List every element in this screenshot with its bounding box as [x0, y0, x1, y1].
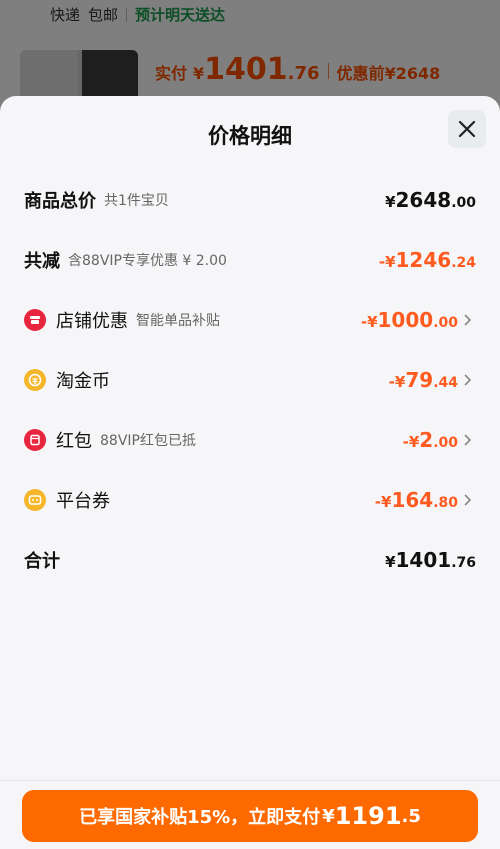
- sum-amount: ¥ 1401 .76: [385, 548, 476, 572]
- total-int: 2648: [395, 188, 452, 212]
- row-red-packet[interactable]: 红包 88VIP红包已抵 -¥ 2 .00: [24, 424, 476, 456]
- coin-icon: [24, 369, 46, 391]
- sum-yen: ¥: [385, 553, 396, 571]
- sheet-title: 价格明细: [208, 124, 292, 148]
- sum-dec: .76: [451, 555, 476, 571]
- pay-button-yen: ¥: [322, 805, 335, 827]
- total-amount: ¥ 2648 .00: [385, 188, 476, 212]
- row-store-discount[interactable]: 店铺优惠 智能单品补贴 -¥ 1000 .00: [24, 304, 476, 336]
- store-amount: -¥ 1000 .00: [361, 308, 458, 332]
- total-dec: .00: [451, 195, 476, 211]
- row-total-price: 商品总价 共1件宝贝 ¥ 2648 .00: [24, 184, 476, 216]
- store-yen: -¥: [360, 313, 378, 331]
- pay-button-text: 已享国家补贴15%，立即支付: [79, 807, 321, 828]
- coupon-yen: -¥: [374, 493, 392, 511]
- price-detail-sheet: 价格明细 商品总价 共1件宝贝 ¥ 2648 .00 共减 含88VIP专享优惠…: [0, 96, 500, 849]
- total-label: 商品总价: [24, 191, 96, 212]
- total-sub: 共1件宝贝: [104, 193, 169, 209]
- coupon-icon: [24, 489, 46, 511]
- reduce-dec: .24: [451, 255, 476, 271]
- chevron-right-icon: [464, 493, 476, 507]
- row-total-discount: 共减 含88VIP专享优惠 ¥ 2.00 -¥ 1246 .24: [24, 244, 476, 276]
- coin-amount: -¥ 79 .44: [389, 368, 458, 392]
- close-button[interactable]: [448, 110, 486, 148]
- store-sub: 智能单品补贴: [136, 313, 220, 329]
- coupon-int: 164: [391, 488, 434, 512]
- reduce-yen: -¥: [378, 253, 396, 271]
- red-packet-int: 2: [419, 428, 434, 452]
- store-label: 店铺优惠: [56, 311, 128, 332]
- pay-button-dec: .5: [401, 805, 421, 827]
- reduce-amount: -¥ 1246 .24: [379, 248, 476, 272]
- sum-label: 合计: [24, 551, 60, 572]
- coin-label: 淘金币: [56, 371, 110, 392]
- red-packet-amount: -¥ 2 .00: [403, 428, 458, 452]
- red-packet-sub: 88VIP红包已抵: [100, 433, 196, 449]
- chevron-right-icon: [464, 433, 476, 447]
- store-dec: .00: [433, 315, 458, 331]
- pay-button-int: 1191: [334, 802, 402, 830]
- close-icon: [458, 120, 476, 138]
- red-packet-icon: [24, 429, 46, 451]
- store-icon: [24, 309, 46, 331]
- pay-button[interactable]: 已享国家补贴15%，立即支付 ¥ 1191 .5: [22, 790, 478, 842]
- red-packet-label: 红包: [56, 431, 92, 452]
- coupon-label: 平台券: [56, 491, 110, 512]
- coin-dec: .44: [433, 375, 458, 391]
- footer-divider: [0, 780, 500, 781]
- reduce-label: 共减: [24, 251, 60, 272]
- reduce-sub: 含88VIP专享优惠 ¥ 2.00: [68, 253, 227, 269]
- red-packet-dec: .00: [433, 435, 458, 451]
- reduce-int: 1246: [395, 248, 452, 272]
- store-int: 1000: [377, 308, 434, 332]
- coin-yen: -¥: [388, 373, 406, 391]
- chevron-right-icon: [464, 373, 476, 387]
- red-packet-yen: -¥: [402, 433, 420, 451]
- row-coin[interactable]: 淘金币 -¥ 79 .44: [24, 364, 476, 396]
- row-sum: 合计 ¥ 1401 .76: [24, 544, 476, 576]
- total-yen: ¥: [385, 193, 396, 211]
- coupon-dec: .80: [433, 495, 458, 511]
- chevron-right-icon: [464, 313, 476, 327]
- coupon-amount: -¥ 164 .80: [375, 488, 458, 512]
- sum-int: 1401: [395, 548, 452, 572]
- row-platform-coupon[interactable]: 平台券 -¥ 164 .80: [24, 484, 476, 516]
- coin-int: 79: [405, 368, 434, 392]
